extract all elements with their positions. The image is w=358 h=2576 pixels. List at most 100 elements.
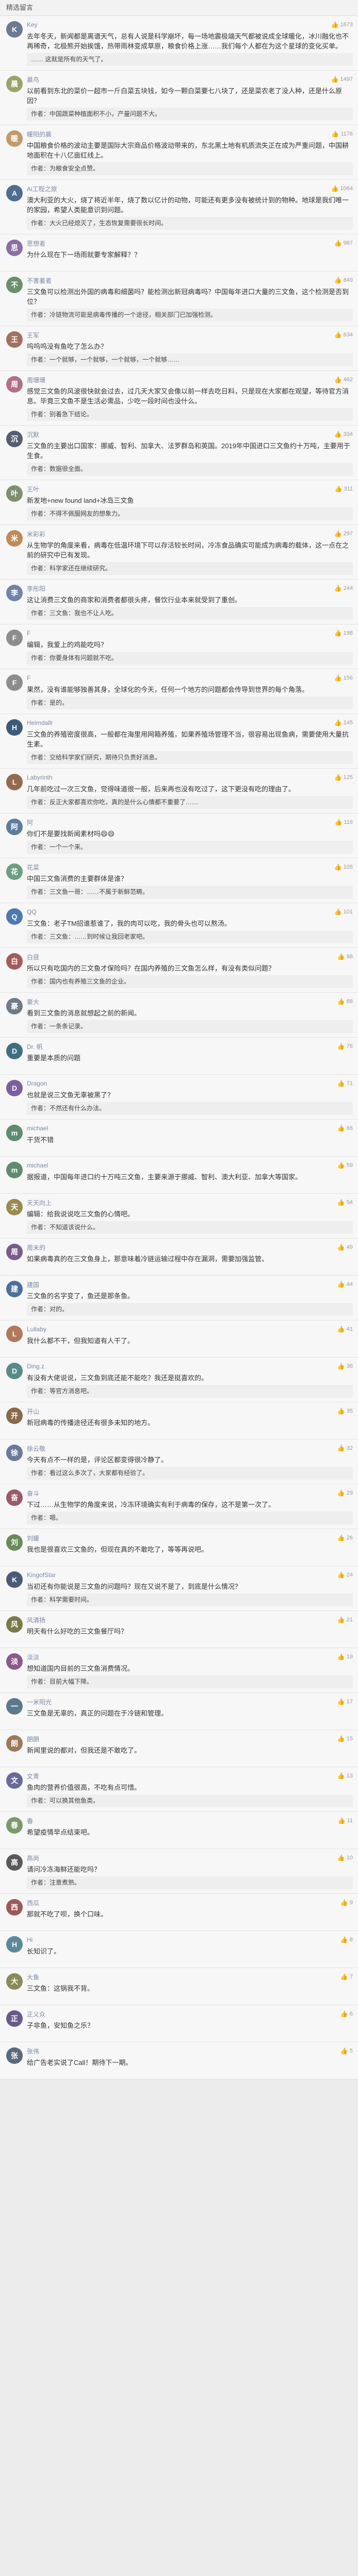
avatar[interactable]: 天 [6,1199,23,1215]
like-button[interactable]: 👍 6 [340,2010,353,2018]
avatar[interactable]: 风 [6,1616,23,1633]
commenter-name[interactable]: 一米阳光 [27,1698,52,1706]
avatar[interactable]: m [6,1162,23,1178]
avatar[interactable]: 周 [6,376,23,393]
avatar[interactable]: K [6,21,23,38]
avatar[interactable]: 思 [6,240,23,256]
avatar[interactable]: 徐 [6,1445,23,1461]
like-button[interactable]: 👍 849 [334,277,353,284]
avatar[interactable]: 暖 [6,130,23,147]
avatar[interactable]: 米 [6,530,23,547]
avatar[interactable]: 周 [6,1244,23,1260]
like-button[interactable]: 👍 634 [334,331,353,338]
commenter-name[interactable]: 白昼 [27,953,39,961]
like-button[interactable]: 👍 987 [334,240,353,247]
like-button[interactable]: 👍 105 [334,863,353,871]
avatar[interactable]: D [6,1080,23,1096]
commenter-name[interactable]: 淡淡 [27,1653,39,1662]
like-button[interactable]: 👍 145 [334,719,353,726]
avatar[interactable]: 王 [6,331,23,348]
commenter-name[interactable]: Hi [27,1936,32,1943]
avatar[interactable]: 西 [6,1899,23,1916]
avatar[interactable]: 豪 [6,998,23,1014]
avatar[interactable]: 开 [6,1408,23,1424]
like-button[interactable]: 👍 1673 [331,21,353,28]
commenter-name[interactable]: 李彤阳 [27,584,45,593]
commenter-name[interactable]: Labyrinth [27,774,52,781]
avatar[interactable]: 阿 [6,819,23,835]
commenter-name[interactable]: 大鱼 [27,1973,39,1981]
commenter-name[interactable]: 晨鸟 [27,75,39,84]
like-button[interactable]: 👍 1497 [331,76,353,83]
like-button[interactable]: 👍 334 [334,431,353,438]
avatar[interactable]: 刘 [6,1534,23,1551]
avatar[interactable]: D [6,1363,23,1379]
commenter-name[interactable]: Lullaby [27,1326,46,1333]
avatar[interactable]: H [6,719,23,736]
commenter-name[interactable]: 刘媛 [27,1534,39,1543]
avatar[interactable]: 李 [6,585,23,601]
like-button[interactable]: 👍 38 [337,1363,353,1370]
like-button[interactable]: 👍 13 [337,1772,353,1780]
commenter-name[interactable]: 周末的 [27,1243,45,1252]
like-button[interactable]: 👍 17 [337,1698,353,1705]
avatar[interactable]: 叶 [6,485,23,502]
avatar[interactable]: L [6,774,23,790]
commenter-name[interactable]: 米彩彩 [27,530,45,538]
commenter-name[interactable]: Ding.z [27,1363,44,1370]
like-button[interactable]: 👍 1064 [331,185,353,192]
avatar[interactable]: D [6,1043,23,1059]
avatar[interactable]: 春 [6,1817,23,1834]
avatar[interactable]: F [6,674,23,691]
like-button[interactable]: 👍 32 [337,1445,353,1452]
like-button[interactable]: 👍 116 [335,819,353,826]
like-button[interactable]: 👍 125 [334,774,353,781]
commenter-name[interactable]: 王叶 [27,485,39,494]
avatar[interactable]: 建 [6,1281,23,1297]
commenter-name[interactable]: Ai工程之旅 [27,184,57,193]
commenter-name[interactable]: 奋斗 [27,1489,39,1498]
commenter-name[interactable]: Dragon [27,1080,47,1087]
avatar[interactable]: 朗 [6,1735,23,1752]
avatar[interactable]: 高 [6,1854,23,1871]
like-button[interactable]: 👍 8 [340,1936,353,1943]
commenter-name[interactable]: 思想者 [27,239,45,248]
commenter-name[interactable]: michael [27,1162,48,1169]
like-button[interactable]: 👍 244 [334,585,353,592]
avatar[interactable]: 张 [6,2047,23,2064]
commenter-name[interactable]: 建国 [27,1280,39,1289]
like-button[interactable]: 👍 1176 [331,130,353,138]
commenter-name[interactable]: Key [27,21,38,28]
avatar[interactable]: H [6,1936,23,1953]
commenter-name[interactable]: 王军 [27,331,39,340]
avatar[interactable]: Q [6,908,23,925]
like-button[interactable]: 👍 35 [337,1408,353,1415]
like-button[interactable]: 👍 101 [334,908,353,916]
avatar[interactable]: F [6,630,23,646]
commenter-name[interactable]: 沉默 [27,430,39,439]
commenter-name[interactable]: 风清扬 [27,1616,45,1624]
commenter-name[interactable]: F [27,674,30,682]
avatar[interactable]: 沉 [6,431,23,447]
commenter-name[interactable]: Heimdallr [27,719,53,726]
like-button[interactable]: 👍 88 [337,998,353,1005]
like-button[interactable]: 👍 15 [337,1735,353,1742]
like-button[interactable]: 👍 156 [334,674,353,682]
commenter-name[interactable]: 阿 [27,818,33,827]
like-button[interactable]: 👍 19 [337,1653,353,1660]
avatar[interactable]: L [6,1326,23,1342]
avatar[interactable]: 文 [6,1772,23,1789]
avatar[interactable]: 奋 [6,1489,23,1506]
commenter-name[interactable]: 高尚 [27,1854,39,1862]
commenter-name[interactable]: 朗朗 [27,1735,39,1743]
like-button[interactable]: 👍 311 [335,485,353,493]
commenter-name[interactable]: Dr. 帆 [27,1042,43,1051]
commenter-name[interactable]: 天天向上 [27,1198,52,1207]
commenter-name[interactable]: 周珊珊 [27,376,45,384]
avatar[interactable]: 一 [6,1698,23,1715]
like-button[interactable]: 👍 71 [337,1080,353,1087]
commenter-name[interactable]: F [27,630,30,637]
commenter-name[interactable]: 不害羞者 [27,276,52,285]
like-button[interactable]: 👍 59 [337,1162,353,1169]
like-button[interactable]: 👍 26 [337,1534,353,1541]
